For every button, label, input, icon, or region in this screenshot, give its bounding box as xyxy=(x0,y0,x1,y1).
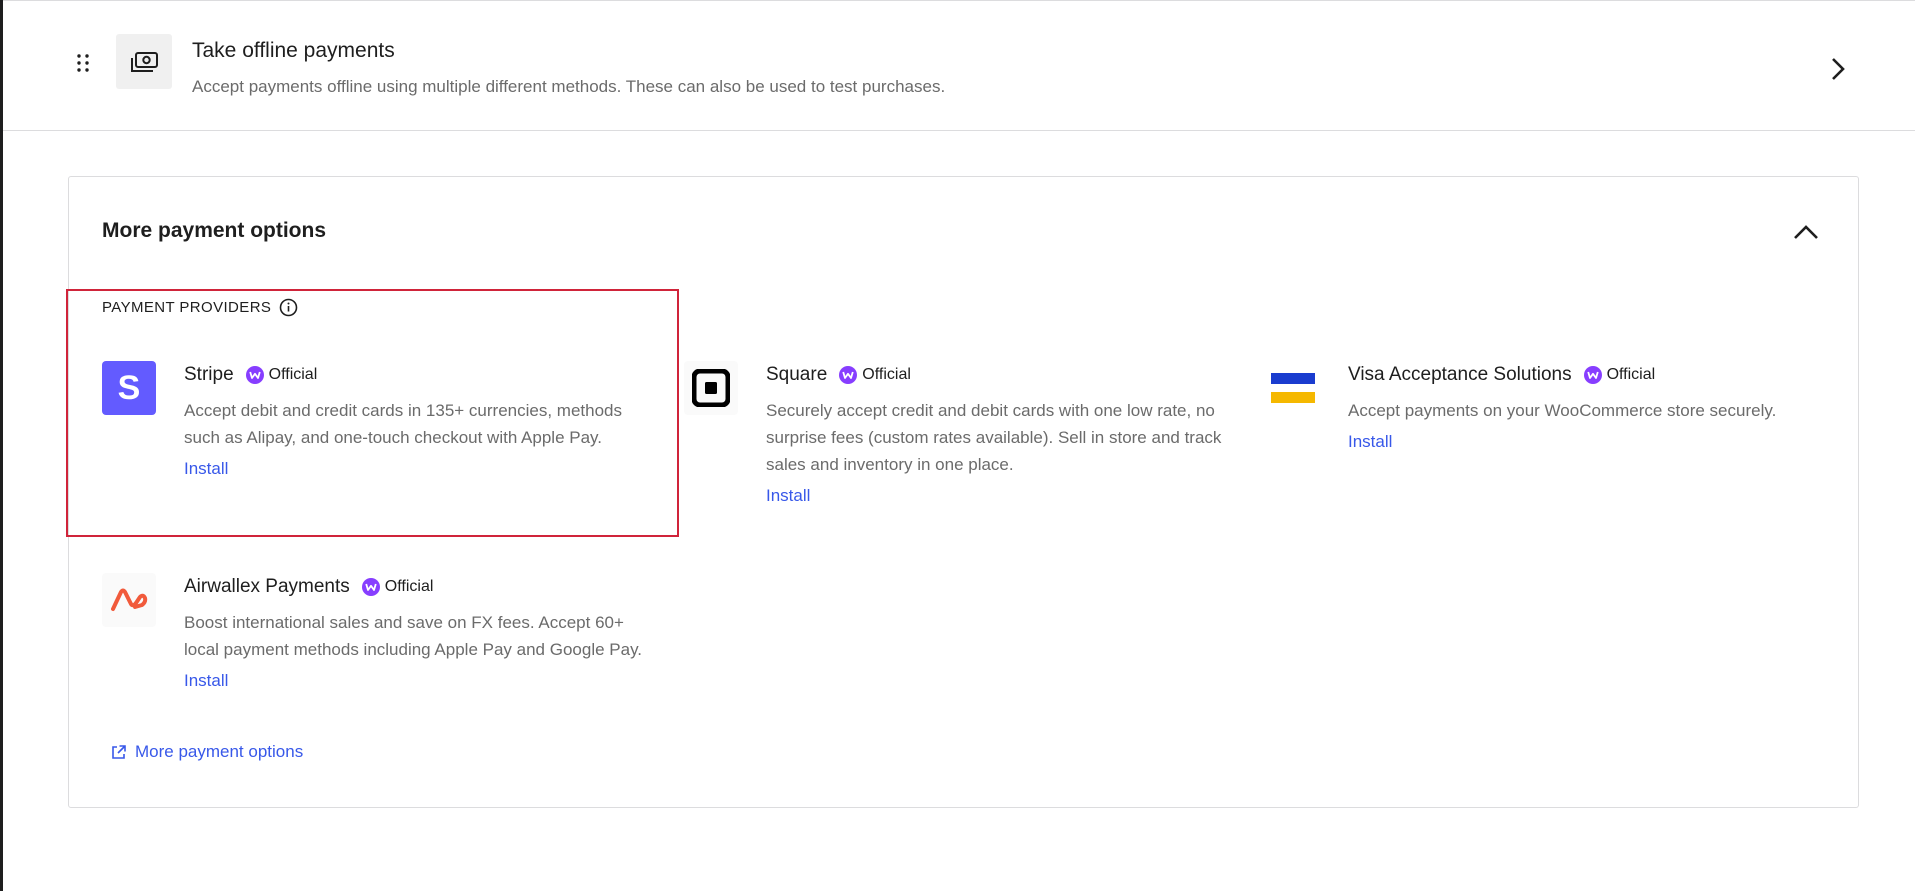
badge-label: Official xyxy=(268,366,318,383)
more-payment-options-link[interactable]: More payment options xyxy=(110,742,303,762)
square-logo xyxy=(684,361,738,415)
external-link-icon xyxy=(112,744,126,759)
more-link-label: More payment options xyxy=(135,742,304,761)
install-stripe-link[interactable]: Install xyxy=(184,459,228,479)
cash-icon xyxy=(131,51,158,72)
provider-visa-body: Visa Acceptance Solutions Official Accep… xyxy=(1348,361,1776,452)
airwallex-logo xyxy=(102,573,156,627)
description-line: surprise fees (custom rates available). … xyxy=(766,428,1222,447)
provider-description: Accept payments on your WooCommerce stor… xyxy=(1348,397,1776,424)
badge-label: Official xyxy=(862,366,911,383)
provider-description: Securely accept credit and debit cards w… xyxy=(766,397,1221,478)
description-line: local payment methods including Apple Pa… xyxy=(184,640,643,659)
official-badge: Official xyxy=(361,578,434,596)
description-line: sales and inventory in one place. xyxy=(766,455,1014,474)
window-left-edge xyxy=(0,0,3,891)
woo-badge-icon xyxy=(245,366,264,384)
description-line: Accept payments on your WooCommerce stor… xyxy=(1348,401,1777,420)
section-label-text: PAYMENT PROVIDERS xyxy=(102,299,272,316)
visa-logo-icon xyxy=(1271,373,1315,403)
provider-stripe-body: Stripe Official Accept debit and credit … xyxy=(184,361,622,479)
provider-description: Boost international sales and save on FX… xyxy=(184,609,642,663)
official-badge: Official xyxy=(839,366,911,384)
badge-label: Official xyxy=(384,578,434,595)
provider-name: Stripe xyxy=(184,364,234,385)
offline-payments-description: Accept payments offline using multiple d… xyxy=(192,77,946,96)
official-badge: Official xyxy=(245,366,318,384)
install-square-link[interactable]: Install xyxy=(766,486,810,506)
description-line: Boost international sales and save on FX… xyxy=(184,613,624,632)
stripe-logo: S xyxy=(102,361,156,415)
official-badge: Official xyxy=(1583,366,1656,384)
panel-title: More payment options xyxy=(102,219,327,242)
install-visa-link[interactable]: Install xyxy=(1348,432,1392,452)
chevron-right-icon[interactable] xyxy=(1828,56,1848,82)
info-icon[interactable] xyxy=(279,298,298,317)
badge-label: Official xyxy=(1606,366,1656,383)
offline-payments-title: Take offline payments xyxy=(192,39,395,62)
woo-badge-icon xyxy=(361,578,380,596)
square-logo-icon xyxy=(692,369,730,407)
provider-name: Visa Acceptance Solutions xyxy=(1348,364,1572,385)
description-line: Securely accept credit and debit cards w… xyxy=(766,401,1215,420)
stripe-logo-letter: S xyxy=(117,368,141,407)
provider-name: Airwallex Payments xyxy=(184,576,350,597)
provider-airwallex-body: Airwallex Payments Official Boost intern… xyxy=(184,573,642,691)
provider-name: Square xyxy=(766,364,828,385)
provider-description: Accept debit and credit cards in 135+ cu… xyxy=(184,397,622,451)
woo-badge-icon xyxy=(1583,366,1602,384)
offline-payments-icon-box xyxy=(116,34,172,89)
visa-logo xyxy=(1266,361,1320,415)
woo-badge-icon xyxy=(839,366,858,384)
more-payment-options-panel: More payment options PAYMENT PROVIDERS S… xyxy=(68,176,1859,808)
provider-square-body: Square Official Securely accept credit a… xyxy=(766,361,1221,506)
chevron-up-icon[interactable] xyxy=(1792,222,1820,242)
drag-handle-icon[interactable] xyxy=(76,53,90,73)
airwallex-logo-icon xyxy=(111,588,148,611)
description-line: such as Alipay, and one-touch checkout w… xyxy=(184,428,603,447)
install-airwallex-link[interactable]: Install xyxy=(184,671,228,691)
payment-providers-label: PAYMENT PROVIDERS xyxy=(102,298,298,317)
offline-payments-row[interactable]: Take offline payments Accept payments of… xyxy=(3,1,1915,131)
description-line: Accept debit and credit cards in 135+ cu… xyxy=(184,401,622,420)
